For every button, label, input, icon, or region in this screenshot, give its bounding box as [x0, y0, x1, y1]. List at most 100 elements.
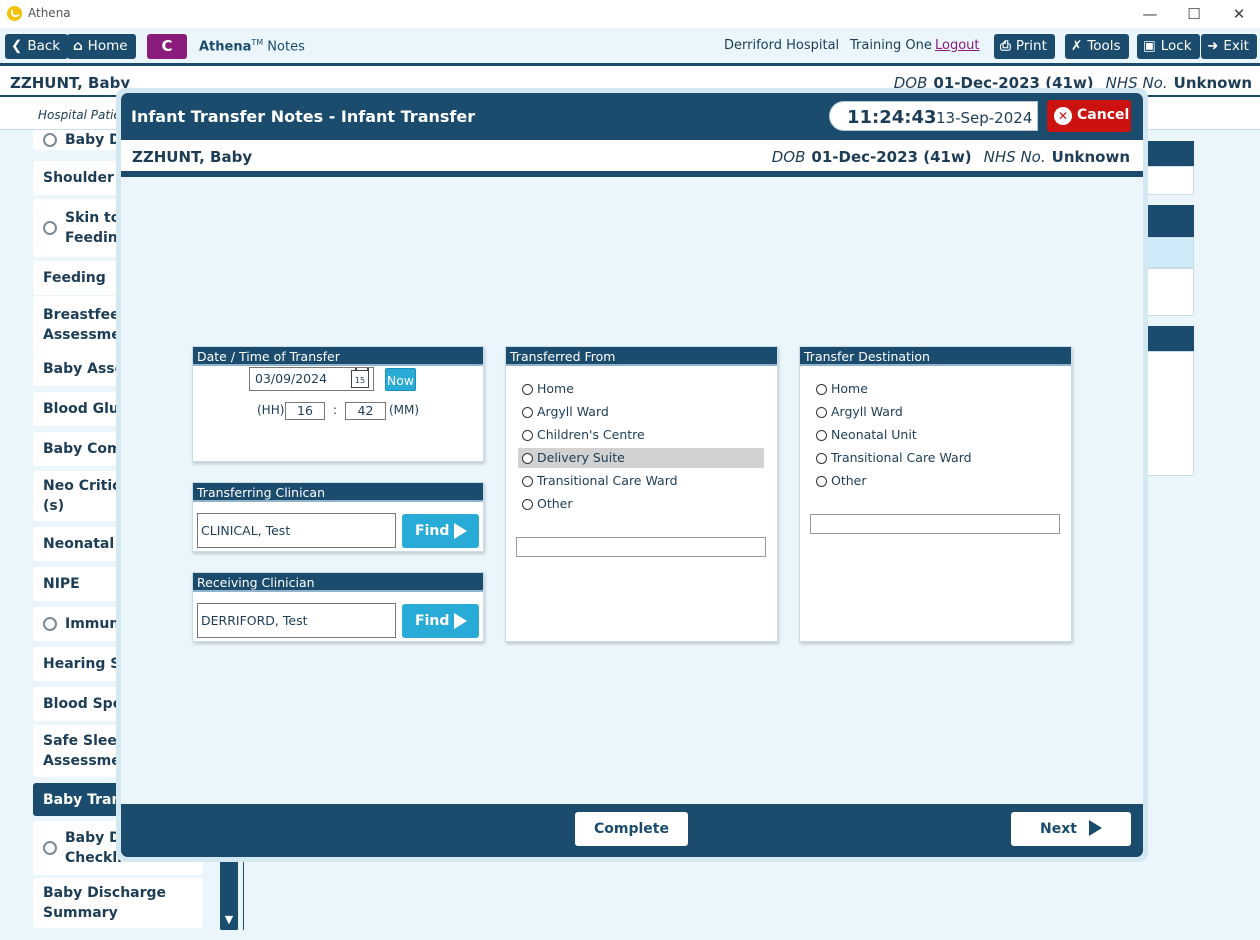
right-panel-row[interactable]: [1140, 237, 1194, 268]
lock-button[interactable]: ▣ Lock: [1137, 34, 1200, 59]
left-nav-item-label: Baby Discharge Summary: [43, 885, 167, 921]
play-arrow-icon: [454, 613, 467, 629]
radio-circle-icon[interactable]: [816, 475, 827, 487]
left-nav-item[interactable]: Baby Discharge Summary: [33, 878, 203, 928]
radio-circle-icon[interactable]: [816, 383, 827, 395]
left-nav-item-label: NIPE: [43, 576, 80, 592]
c-button[interactable]: C: [147, 34, 187, 59]
radio-option[interactable]: Transitional Care Ward: [812, 448, 1058, 468]
radio-option-label: Argyll Ward: [537, 404, 609, 419]
date-time-header: Date / Time of Transfer: [193, 347, 483, 366]
radio-option[interactable]: Children's Centre: [518, 425, 764, 445]
transferred-from-other-input[interactable]: [516, 537, 766, 557]
close-circle-icon: ✕: [1054, 107, 1072, 125]
cancel-button[interactable]: ✕ Cancel: [1047, 100, 1131, 132]
play-arrow-icon: [454, 523, 467, 539]
radio-circle-icon[interactable]: [522, 452, 533, 464]
radio-circle-icon: [43, 617, 57, 631]
hh-label: (HH): [257, 403, 285, 417]
athena-logo-icon: [7, 6, 22, 21]
dialog-body: Date / Time of Transfer 03/09/2024 15 No…: [121, 177, 1143, 804]
find-receiving-button[interactable]: Find: [402, 604, 479, 638]
transferred-from-panel: Transferred From Home Argyll Ward Children…: [505, 346, 778, 642]
now-button[interactable]: Now: [385, 368, 416, 391]
radio-option[interactable]: Neonatal Unit: [812, 425, 1058, 445]
transferring-clinician-input[interactable]: CLINICAL, Test: [197, 513, 396, 548]
transfer-date-input[interactable]: 03/09/2024 15: [249, 367, 374, 391]
radio-option-label: Other: [537, 496, 573, 511]
receiving-clinician-header: Receiving Clinician: [193, 573, 483, 592]
clock-display: 11:24:43 13-Sep-2024: [829, 101, 1038, 131]
radio-circle-icon[interactable]: [816, 452, 827, 464]
find-transferring-button[interactable]: Find: [402, 514, 479, 548]
transfer-destination-panel: Transfer Destination Home Argyll Ward Neon…: [799, 346, 1072, 642]
radio-option[interactable]: Delivery Suite: [518, 448, 764, 468]
radio-circle-icon: [43, 133, 57, 147]
patient-name: ZZHUNT, Baby: [132, 148, 253, 166]
radio-circle-icon[interactable]: [816, 429, 827, 441]
radio-option[interactable]: Argyll Ward: [518, 402, 764, 422]
radio-circle-icon[interactable]: [522, 498, 533, 510]
radio-option[interactable]: Other: [812, 471, 1058, 491]
radio-option-label: Home: [537, 381, 574, 396]
radio-option-label: Delivery Suite: [537, 450, 625, 465]
back-button[interactable]: ❮ Back: [5, 34, 69, 59]
radio-option-label: Transitional Care Ward: [537, 473, 678, 488]
radio-option[interactable]: Home: [518, 379, 764, 399]
radio-option[interactable]: Argyll Ward: [812, 402, 1058, 422]
radio-circle-icon[interactable]: [522, 406, 533, 418]
radio-circle-icon[interactable]: [522, 383, 533, 395]
radio-option[interactable]: Transitional Care Ward: [518, 471, 764, 491]
right-panel-header: [1140, 326, 1194, 351]
receiving-clinician-input[interactable]: DERRIFORD, Test: [197, 603, 396, 638]
brand-title: AthenaTM Notes: [199, 38, 305, 55]
radio-option-label: Neonatal Unit: [831, 427, 917, 442]
radio-option-label: Children's Centre: [537, 427, 645, 442]
sub-header-label: Hospital Patie: [38, 108, 121, 122]
dialog-patient-banner: ZZHUNT, Baby DOB 01-Dec-2023 (41w) NHS No.…: [121, 140, 1143, 174]
home-button[interactable]: ⌂ Home: [67, 34, 136, 59]
print-button[interactable]: ⎙ Print: [994, 34, 1055, 59]
app-toolbar: ❮ Back ⌂ Home C AthenaTM Notes Derriford H…: [0, 28, 1260, 66]
left-nav-item-label: Feeding: [43, 270, 106, 286]
radio-circle-icon[interactable]: [522, 429, 533, 441]
lock-icon: ▣: [1143, 38, 1156, 54]
radio-circle-icon[interactable]: [816, 406, 827, 418]
mm-label: (MM): [389, 403, 420, 417]
infant-transfer-dialog: Infant Transfer Notes - Infant Transfer …: [121, 93, 1143, 857]
minimize-icon[interactable]: —: [1136, 4, 1164, 24]
tools-button[interactable]: ✗ Tools: [1065, 34, 1129, 59]
right-panel-header: [1140, 141, 1194, 166]
radio-option[interactable]: Other: [518, 494, 764, 514]
radio-option-label: Home: [831, 381, 868, 396]
hospital-name: Derriford Hospital: [724, 38, 840, 53]
printer-icon: ⎙: [1000, 38, 1011, 54]
window-titlebar: Athena — ☐ ✕: [0, 0, 1260, 28]
transferring-clinician-panel: Transferring Clinican CLINICAL, Test Fin…: [192, 482, 484, 552]
left-nav-item-label: Blood Gluc: [43, 401, 128, 417]
dialog-title: Infant Transfer Notes - Infant Transfer: [131, 107, 476, 126]
complete-later-button[interactable]: Complete Later: [575, 812, 688, 857]
patient-name: ZZHUNT, Baby: [10, 74, 131, 92]
clock-time: 11:24:43: [847, 107, 937, 128]
scroll-down-icon[interactable]: ▼: [220, 910, 238, 930]
close-window-icon[interactable]: ✕: [1225, 4, 1253, 24]
calendar-icon[interactable]: 15: [351, 368, 369, 388]
radio-option-label: Other: [831, 473, 867, 488]
exit-icon: ➜: [1207, 38, 1219, 54]
dialog-footer: Complete Later Next: [121, 804, 1143, 857]
right-panel-row: [1140, 166, 1194, 195]
time-separator: :: [333, 403, 338, 417]
hour-input[interactable]: 16: [285, 402, 325, 420]
transferring-clinician-header: Transferring Clinican: [193, 483, 483, 502]
transfer-destination-other-input[interactable]: [810, 514, 1060, 534]
logout-link[interactable]: Logout: [935, 38, 980, 53]
minute-input[interactable]: 42: [345, 402, 386, 420]
user-name: Training One: [850, 38, 932, 53]
maximize-icon[interactable]: ☐: [1180, 4, 1208, 24]
next-button[interactable]: Next: [1011, 812, 1131, 846]
radio-option[interactable]: Home: [812, 379, 1058, 399]
radio-circle-icon[interactable]: [522, 475, 533, 487]
exit-button[interactable]: ➜ Exit: [1201, 34, 1257, 59]
right-panel-list: [1140, 351, 1194, 476]
